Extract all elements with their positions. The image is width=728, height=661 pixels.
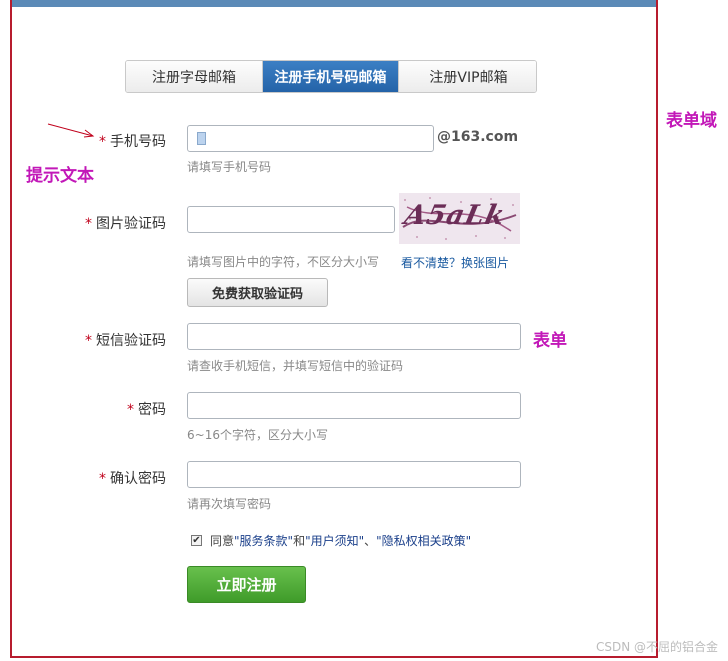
tab-letter-email[interactable]: 注册字母邮箱 xyxy=(126,61,263,92)
agree-separator: 、 xyxy=(364,534,377,548)
sms-label: * 短信验证码 xyxy=(26,330,166,350)
password-label-text: 密码 xyxy=(138,402,166,418)
signup-type-tabs: 注册字母邮箱 注册手机号码邮箱 注册VIP邮箱 xyxy=(125,60,537,93)
agree-checkbox[interactable]: ✔ xyxy=(191,535,202,546)
phone-input[interactable] xyxy=(187,125,434,152)
annotation-hint-text: 提示文本 xyxy=(26,166,94,186)
required-mark: * xyxy=(99,134,106,150)
refresh-captcha-link[interactable]: 看不清楚？换张图片 xyxy=(401,254,509,271)
sms-code-input[interactable] xyxy=(187,323,521,350)
captcha-label: * 图片验证码 xyxy=(26,213,166,233)
captcha-label-text: 图片验证码 xyxy=(96,216,166,232)
tab-vip-email[interactable]: 注册VIP邮箱 xyxy=(399,61,536,92)
phone-label: * 手机号码 xyxy=(26,131,166,151)
password-input[interactable] xyxy=(187,392,521,419)
password-label: * 密码 xyxy=(26,399,166,419)
confirm-password-hint: 请再次填写密码 xyxy=(187,497,272,511)
text-cursor xyxy=(197,132,206,145)
terms-of-service-link[interactable]: "服务条款" xyxy=(234,532,293,549)
tab-phone-email[interactable]: 注册手机号码邮箱 xyxy=(263,61,399,92)
get-sms-code-button[interactable]: 免费获取验证码 xyxy=(187,278,328,307)
email-domain-suffix: @163.com xyxy=(437,129,519,145)
required-mark: * xyxy=(99,471,106,487)
captcha-input[interactable] xyxy=(187,206,395,233)
confirm-password-label: * 确认密码 xyxy=(26,468,166,488)
password-hint: 6~16个字符，区分大小写 xyxy=(187,428,328,442)
phone-hint: 请填写手机号码 xyxy=(187,160,272,174)
top-bar xyxy=(12,0,656,7)
captcha-image[interactable]: A5aLk xyxy=(399,193,520,244)
agreement-row: ✔ 同意 "服务条款" 和 "用户须知" 、 "隐私权相关政策" xyxy=(191,532,471,549)
watermark: CSDN @不屈的铝合金 xyxy=(595,640,718,654)
user-notice-link[interactable]: "用户须知" xyxy=(305,532,364,549)
agree-and: 和 xyxy=(293,534,306,548)
register-submit-button[interactable]: 立即注册 xyxy=(187,566,306,603)
confirm-password-input[interactable] xyxy=(187,461,521,488)
confirm-password-label-text: 确认密码 xyxy=(110,471,166,487)
phone-label-text: 手机号码 xyxy=(110,134,166,150)
captcha-hint: 请填写图片中的字符，不区分大小写 xyxy=(187,255,380,269)
annotation-form-area: 表单域 xyxy=(666,111,717,131)
required-mark: * xyxy=(85,333,92,349)
sms-hint: 请查收手机短信，并填写短信中的验证码 xyxy=(187,359,404,373)
required-mark: * xyxy=(85,216,92,232)
privacy-policy-link[interactable]: "隐私权相关政策" xyxy=(376,532,471,549)
sms-label-text: 短信验证码 xyxy=(96,333,166,349)
agree-prefix: 同意 xyxy=(210,534,235,548)
required-mark: * xyxy=(127,402,134,418)
captcha-text: A5aLk xyxy=(401,200,509,231)
annotation-form-field: 表单 xyxy=(533,331,567,351)
